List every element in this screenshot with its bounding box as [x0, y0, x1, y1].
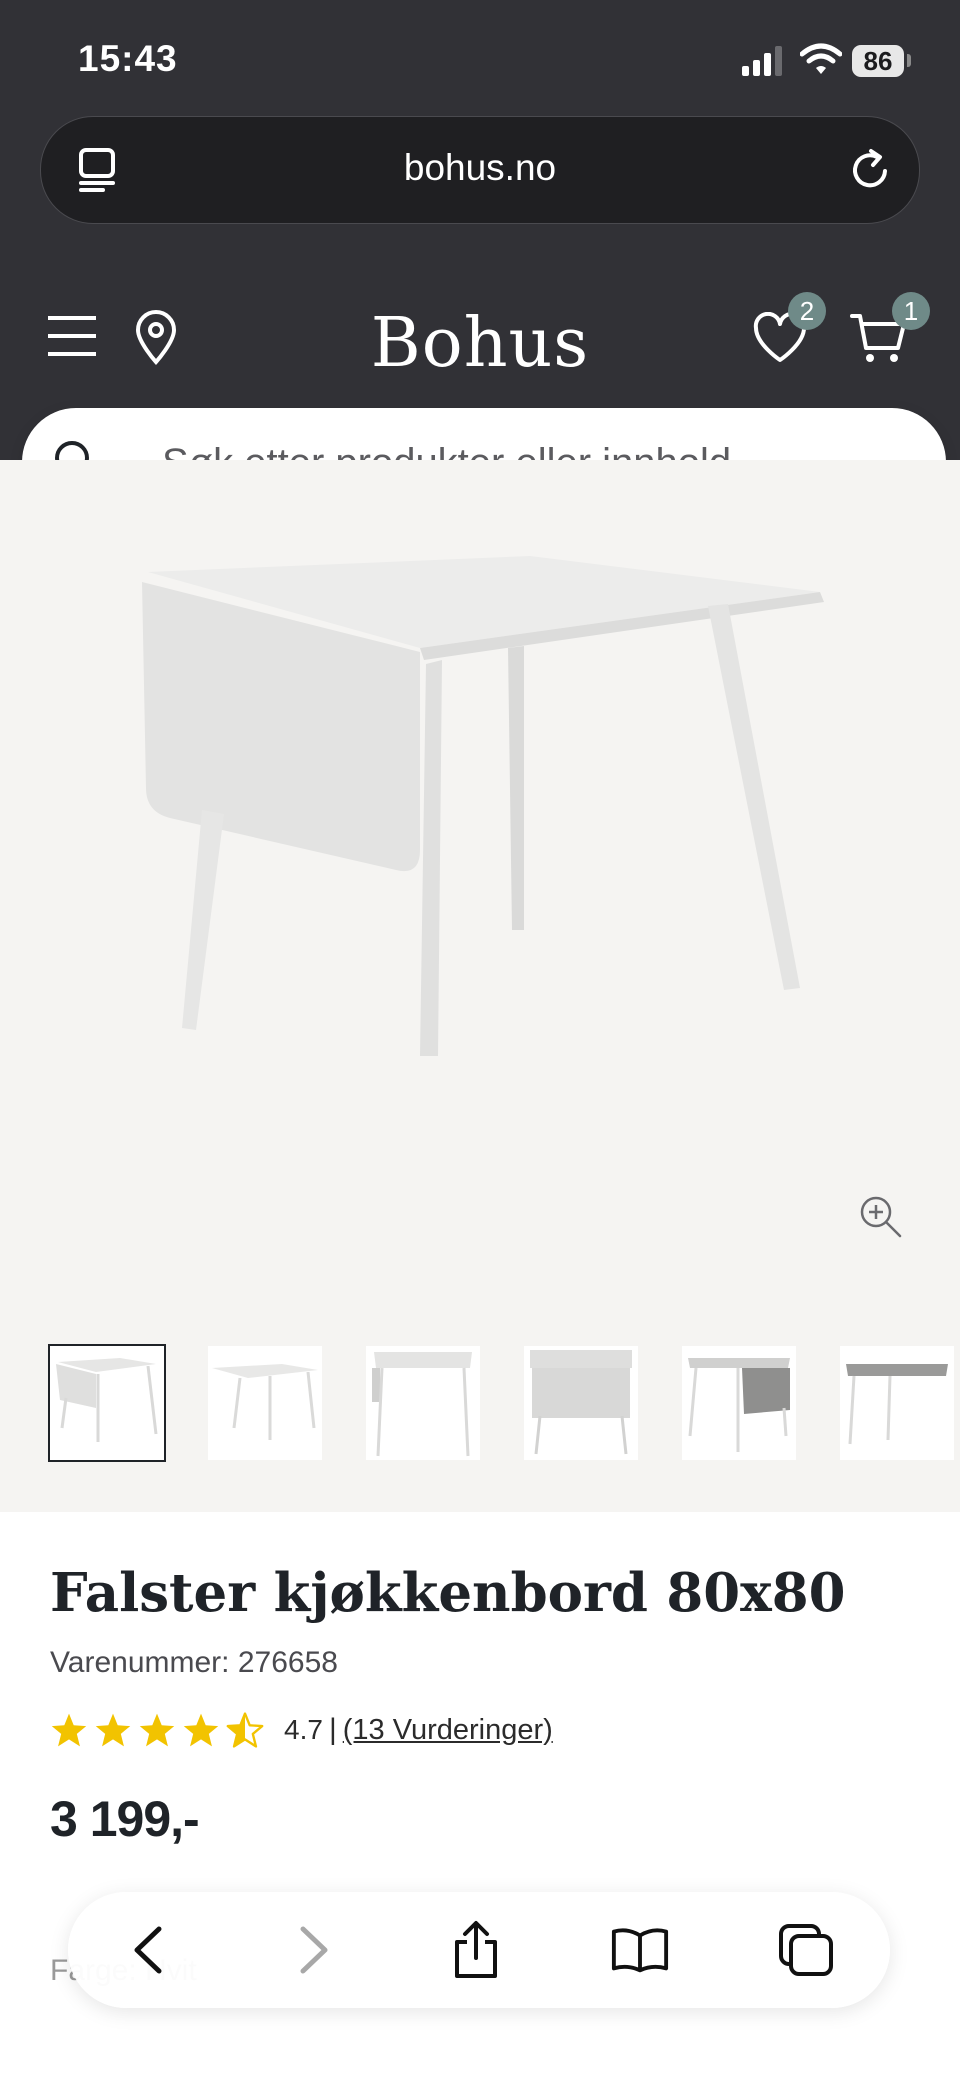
bookmarks-button[interactable] [610, 1920, 670, 1980]
url-text[interactable]: bohus.no [41, 147, 919, 189]
forward-icon [300, 1926, 328, 1974]
thumbnail-6[interactable] [840, 1346, 954, 1460]
battery-level: 86 [863, 45, 893, 76]
wishlist-count-badge: 2 [788, 292, 826, 330]
thumbnail-strip [48, 1344, 960, 1464]
wifi-icon [800, 43, 842, 74]
back-icon [134, 1926, 162, 1974]
signal-icon [742, 46, 782, 76]
cart-button[interactable]: 1 [850, 292, 930, 371]
thumbnail-3[interactable] [366, 1346, 480, 1460]
thumbnail-1[interactable] [48, 1344, 166, 1462]
rating-value: 4.7 [284, 1714, 323, 1745]
address-bar[interactable]: bohus.no [40, 116, 920, 224]
rating-separator: | [328, 1713, 337, 1746]
status-bar: 15:43 86 [0, 0, 960, 110]
back-button[interactable] [118, 1920, 178, 1980]
product-gallery [0, 460, 960, 1512]
cart-count-badge: 1 [892, 292, 930, 330]
thumbnail-4[interactable] [524, 1346, 638, 1460]
browser-toolbar [68, 1892, 890, 2008]
star-icon [139, 1713, 175, 1747]
wishlist-button[interactable]: 2 [752, 292, 826, 369]
battery-tip [907, 54, 911, 67]
product-price: 3 199,- [50, 1791, 200, 1847]
battery-indicator: 86 [852, 45, 904, 77]
status-time: 15:43 [78, 38, 178, 79]
tabs-overview-icon [779, 1924, 833, 1976]
star-half-icon [226, 1712, 264, 1748]
star-icon [51, 1713, 87, 1747]
share-button[interactable] [446, 1920, 506, 1980]
thumbnail-5[interactable] [682, 1346, 796, 1460]
forward-button[interactable] [284, 1920, 344, 1980]
reload-icon[interactable] [849, 147, 893, 193]
product-sku: Varenummer: 276658 [50, 1646, 338, 1679]
share-icon [455, 1921, 497, 1978]
zoom-in-icon[interactable] [858, 1194, 904, 1240]
thumbnail-2[interactable] [208, 1346, 322, 1460]
product-title: Falster kjøkkenbord 80x80 [50, 1562, 846, 1624]
reviews-link[interactable]: (13 Vurderinger) [343, 1714, 553, 1747]
site-header: Bohus 2 1 [0, 290, 960, 390]
star-icon [95, 1713, 131, 1747]
product-rating: 4.7 | (13 Vurderinger) [50, 1710, 553, 1750]
bookmarks-icon [611, 1928, 669, 1973]
star-icon [183, 1713, 219, 1747]
tabs-overview-button[interactable] [776, 1920, 836, 1980]
product-image[interactable] [120, 540, 840, 1180]
